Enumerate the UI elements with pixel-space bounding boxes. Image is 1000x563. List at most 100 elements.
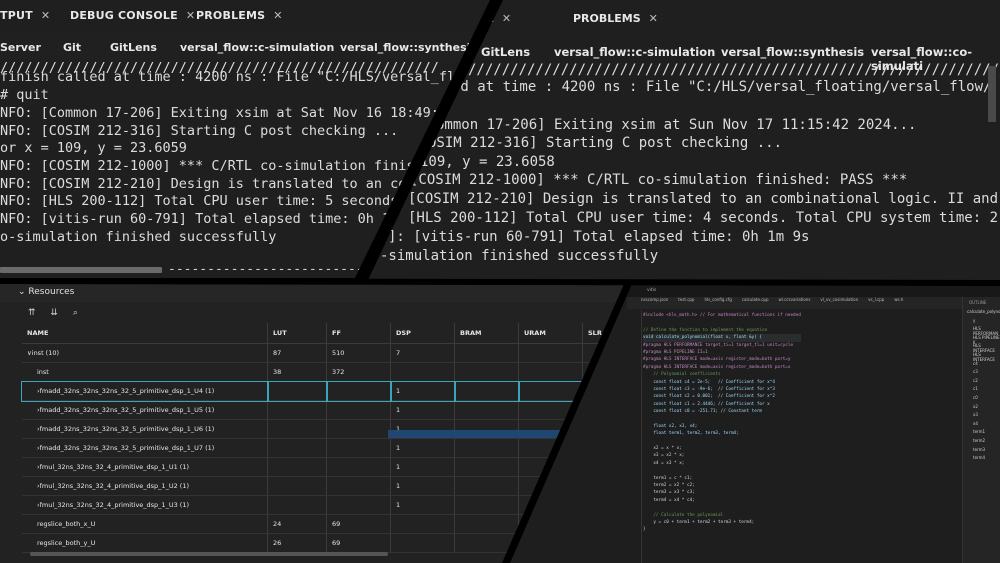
column-header-name[interactable]: NAME [22, 323, 268, 344]
channel-tab-c-simulation[interactable]: versal_flow::c-simulation [554, 45, 715, 59]
column-header-bram[interactable]: BRAM [454, 323, 519, 344]
editor-tab[interactable]: wl.ccsvariations [779, 297, 811, 302]
lut-cell: 24 [267, 514, 327, 534]
editor-tab[interactable]: nsscomp.json [641, 297, 668, 302]
code-line: x3 = x2 * x; [643, 453, 685, 459]
column-header-ff[interactable]: FF [326, 323, 391, 344]
outline-item[interactable]: term2 [973, 438, 985, 443]
outline-item[interactable]: c1 [973, 386, 978, 391]
dsp-cell [390, 533, 455, 553]
code-line: const float c3 = -9e-6; // Coefficient f… [643, 386, 775, 392]
uram-cell [517, 380, 584, 402]
editor-title-bar: vitis [627, 285, 1000, 297]
channel-tab-server[interactable]: Server [0, 41, 41, 54]
terminal-line: o-simulation finished successfully [0, 229, 277, 245]
code-line: // Define the function to implement the … [643, 327, 768, 333]
resources-header[interactable] [0, 284, 628, 302]
bram-cell [454, 343, 519, 363]
editor-tab[interactable]: vl_vv_cosimulation [820, 297, 858, 302]
editor-tab[interactable]: test.cpp [678, 297, 694, 302]
channel-tab-git[interactable]: Git [63, 41, 81, 54]
lut-cell [267, 438, 327, 458]
bram-cell [454, 533, 519, 553]
window-title: vitis [647, 288, 657, 293]
uram-cell [518, 362, 583, 382]
terminal-line: NFO: [COSIM 212-1000] *** C/RTL co-simul… [0, 158, 423, 174]
channel-tab-c-simulation[interactable]: versal_flow::c-simulation [180, 41, 334, 54]
code-line: x2 = x * x; [643, 446, 682, 452]
channel-tab-synthesis[interactable]: versal_flow::synthesis [340, 41, 477, 54]
code-line: x4 = x3 * x; [643, 460, 685, 466]
close-icon[interactable]: ✕ [41, 9, 50, 22]
column-header-dsp[interactable]: DSP [390, 323, 455, 344]
horizontal-scrollbar[interactable] [0, 267, 162, 273]
tab-problems[interactable]: PROBLEMS ✕ [196, 9, 283, 22]
outline-item[interactable]: c2 [973, 378, 978, 383]
row-name-cell: regslice_both_x_U [22, 514, 268, 534]
outline-item[interactable]: term4 [973, 455, 985, 460]
terminal-line: NFO: [vitis-run 60-791] Total elapsed ti… [0, 211, 399, 227]
outline-item[interactable]: c3 [973, 369, 978, 374]
row-name-cell: ›fmadd_32ns_32ns_32ns_32_5_primitive_dsp… [21, 380, 269, 402]
bram-cell [453, 380, 520, 402]
ff-cell: 69 [326, 514, 391, 534]
close-icon[interactable]: ✕ [273, 9, 282, 22]
tab-output[interactable]: TPUT ✕ [0, 9, 50, 22]
bram-cell [454, 495, 519, 515]
editor-tab[interactable]: vs_l.cpp [868, 297, 884, 302]
terminal-line: [HLS 200-112] Total CPU user time: 4 sec… [408, 210, 1000, 226]
table-row[interactable]: inst 38 372 [22, 362, 628, 382]
code-content[interactable]: #include <hls_math.h> // For mathematica… [643, 312, 801, 534]
terminal-line: [COSIM 212-1000] *** C/RTL co-simulation… [410, 172, 908, 188]
lut-cell [267, 400, 327, 420]
table-row[interactable]: ›fmadd_32ns_32ns_32ns_32_5_primitive_dsp… [21, 380, 628, 402]
row-name-cell: ›fmadd_32ns_32ns_32ns_32_5_primitive_dsp… [22, 400, 268, 420]
collapse-all-icon[interactable]: ⇊ [50, 308, 58, 318]
resources-title[interactable]: ⌄ Resources [18, 287, 74, 297]
expand-all-icon[interactable]: ⇈ [28, 308, 36, 318]
editor-gutter [641, 310, 642, 563]
table-row[interactable]: ∨inst (10) 87 510 7 [22, 343, 628, 363]
row-name-cell: ∨inst (10) [22, 343, 268, 363]
outline-item[interactable]: y [973, 318, 975, 323]
close-icon[interactable]: ✕ [649, 12, 658, 25]
editor-tab[interactable]: calculate.cpp [742, 297, 769, 302]
outline-item[interactable]: calculate_polyno [967, 309, 1000, 314]
close-icon[interactable]: ✕ [186, 9, 195, 22]
bram-cell [454, 514, 519, 534]
close-icon[interactable]: ✕ [502, 12, 511, 25]
outline-item[interactable]: x2 [973, 404, 978, 409]
terminal-divider-line: ------------------------- [168, 262, 364, 277]
ff-cell [326, 438, 391, 458]
search-icon[interactable]: ⌕ [73, 308, 78, 318]
column-header-uram[interactable]: URAM [518, 323, 583, 344]
outline-item[interactable]: c0 [973, 395, 978, 400]
dsp-cell: 1 [390, 476, 455, 496]
channel-tab-gitlens[interactable]: GitLens [481, 45, 530, 59]
editor-tab[interactable]: ws.h [894, 297, 903, 302]
editor-tab[interactable]: hls_config.cfg [704, 297, 731, 302]
tab-debug-console[interactable]: DEBUG CONSOLE ✕ [70, 9, 195, 22]
terminal-line: NFO: [Common 17-206] Exiting xsim at Sat… [0, 105, 448, 121]
dsp-cell: 1 [390, 457, 455, 477]
column-header-lut[interactable]: LUT [267, 323, 327, 344]
bram-cell [454, 400, 519, 420]
vertical-scrollbar[interactable] [988, 66, 996, 122]
editor-tab-bar: nsscomp.json test.cpp hls_config.cfg calcul… [627, 297, 962, 309]
outline-item[interactable]: x3 [973, 412, 978, 417]
output-channel-tabs: Server Git GitLens versal_flow::c-simula… [0, 32, 496, 62]
row-name-cell: ›fmul_32ns_32ns_32_4_primitive_dsp_1_U1 … [22, 457, 268, 477]
code-line: term1 = c * c1; [643, 475, 693, 481]
horizontal-scrollbar[interactable] [30, 552, 388, 556]
code-line: #pragma HLS PERFORMANCE target_ti=1 targ… [643, 342, 794, 348]
channel-tab-synthesis[interactable]: versal_flow::synthesis [721, 45, 864, 59]
channel-tab-gitlens[interactable]: GitLens [110, 41, 157, 54]
tab-problems[interactable]: PROBLEMS ✕ [573, 12, 658, 25]
outline-item[interactable]: term1 [973, 429, 985, 434]
dsp-cell: 1 [390, 495, 455, 515]
outline-item[interactable]: c4 [973, 361, 978, 366]
outline-item[interactable]: term3 [973, 447, 985, 452]
table-row[interactable]: ›fmadd_32ns_32ns_32ns_32_5_primitive_dsp… [22, 400, 628, 420]
terminal-line: ]: [vitis-run 60-791] Total elapsed time… [388, 229, 810, 245]
outline-item[interactable]: x4 [973, 421, 978, 426]
